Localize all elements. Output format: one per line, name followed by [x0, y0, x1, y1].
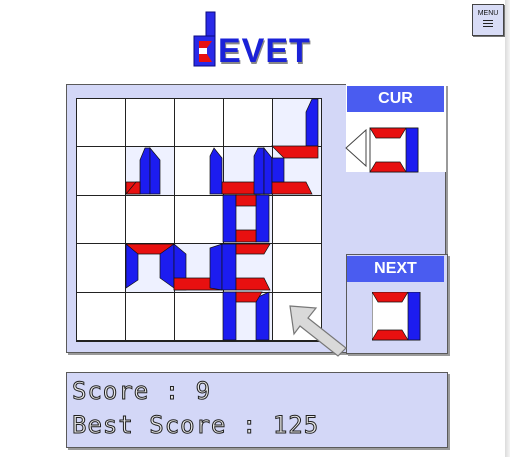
board-cell[interactable] [175, 99, 223, 147]
logo-text: EVET [218, 32, 311, 70]
cur-label: CUR [347, 86, 444, 112]
board-cell[interactable] [224, 244, 272, 292]
board-cell[interactable] [77, 292, 125, 340]
board-cell[interactable] [77, 244, 125, 292]
board-cell[interactable] [273, 99, 321, 147]
board-cell[interactable] [175, 244, 223, 292]
menu-button[interactable]: MENU [472, 4, 504, 36]
score-text: Score : 9 [71, 377, 212, 406]
board-cell[interactable] [175, 195, 223, 244]
best-score-text: Best Score : 125 [71, 411, 320, 440]
hamburger-icon [483, 20, 493, 27]
next-piece [372, 292, 421, 341]
current-piece [345, 127, 419, 173]
board-cell[interactable] [126, 292, 174, 340]
board-cell[interactable] [175, 147, 223, 195]
board-cell[interactable] [77, 99, 125, 147]
board-cell[interactable] [273, 147, 321, 195]
board-cell[interactable] [175, 292, 223, 340]
menu-label: MENU [477, 10, 499, 17]
board-cell[interactable] [224, 292, 272, 340]
left-triangle-icon [345, 128, 367, 168]
board-cell[interactable] [126, 244, 174, 292]
board-cell[interactable] [126, 99, 174, 147]
board-cell[interactable] [273, 244, 321, 292]
board-cell[interactable] [224, 147, 272, 195]
board-cell[interactable] [224, 195, 272, 244]
board-cell[interactable] [126, 147, 174, 195]
board-cell[interactable] [273, 195, 321, 244]
arrow-cursor-icon [289, 305, 347, 357]
board-cell[interactable] [126, 195, 174, 244]
board-cell[interactable] [77, 147, 125, 195]
next-label: NEXT [347, 256, 444, 282]
board-cell[interactable] [224, 99, 272, 147]
board-cell[interactable] [77, 195, 125, 244]
window-edge [505, 0, 510, 457]
